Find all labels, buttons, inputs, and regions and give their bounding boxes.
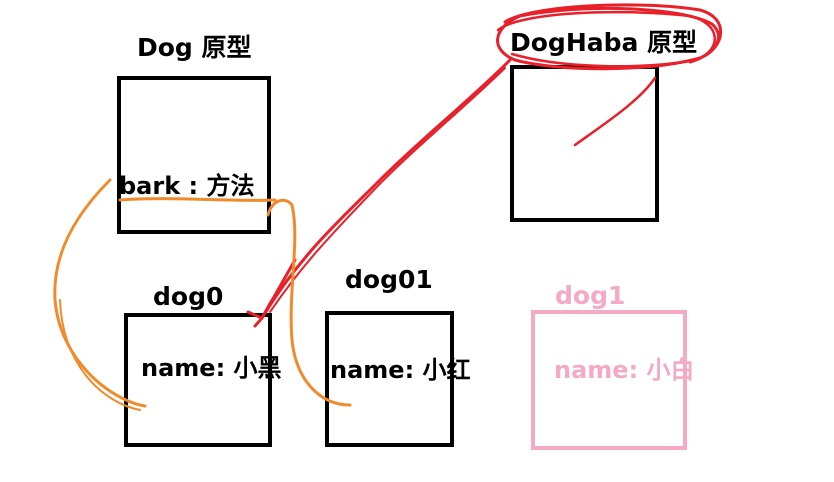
dog1-name-label: name: 小白 xyxy=(554,356,695,384)
dog0-title: dog0 xyxy=(153,282,224,311)
bark-method-label: bark : 方法 xyxy=(119,172,255,200)
dog-prototype-title: Dog 原型 xyxy=(137,33,252,62)
doghaba-prototype-box xyxy=(510,65,659,222)
dog01-name-label: name: 小红 xyxy=(330,356,471,384)
doghaba-prototype-title: DogHaba 原型 xyxy=(510,28,698,57)
dog-prototype-box xyxy=(117,76,271,234)
dog1-title: dog1 xyxy=(555,281,626,310)
dog0-name-label: name: 小黑 xyxy=(141,354,282,382)
dog01-title: dog01 xyxy=(345,265,433,294)
